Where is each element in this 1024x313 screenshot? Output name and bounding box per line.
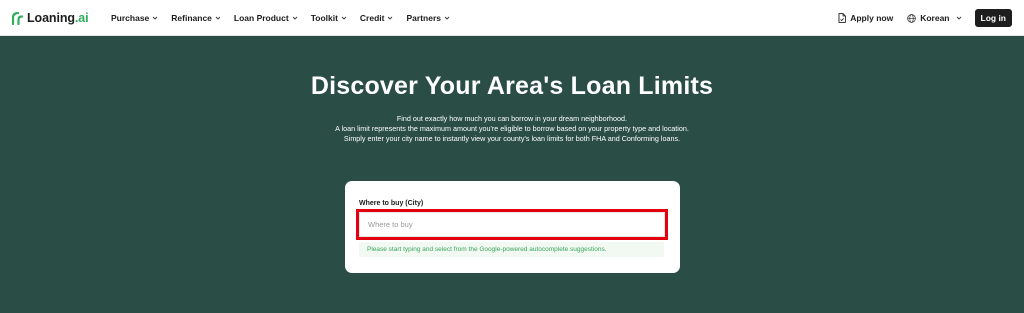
top-navbar: Loaning.ai Purchase Refinance Loan Produ…	[0, 0, 1024, 36]
hero-description-line: Simply enter your city name to instantly…	[343, 134, 681, 143]
apply-now-label: Apply now	[850, 13, 894, 23]
login-button[interactable]: Log in	[974, 9, 1012, 27]
hero-description: Find out exactly how much you can borrow…	[0, 114, 1024, 144]
city-field-label: Where to buy (City)	[359, 200, 424, 207]
chevron-down-icon	[444, 16, 450, 20]
autocomplete-hint: Please start typing and select from the …	[359, 242, 664, 257]
chevron-down-icon	[956, 16, 961, 20]
apply-now-link[interactable]: Apply now	[838, 13, 893, 23]
chevron-down-icon	[152, 16, 158, 20]
nav-item-partners[interactable]: Partners	[406, 11, 450, 25]
globe-icon	[907, 13, 916, 23]
hero-description-line: A loan limit represents the maximum amou…	[335, 124, 689, 133]
nav-item-label: Partners	[406, 13, 441, 23]
nav-actions: Apply now Korean Log in	[838, 9, 1012, 27]
main-nav: Purchase Refinance Loan Product Toolkit …	[111, 11, 463, 25]
nav-item-purchase[interactable]: Purchase	[111, 11, 158, 25]
hero-description-line: Find out exactly how much you can borrow…	[396, 114, 628, 123]
chevron-down-icon	[341, 16, 347, 20]
nav-item-loan-product[interactable]: Loan Product	[234, 11, 298, 25]
brand-suffix: .ai	[74, 11, 89, 25]
city-search-card: Where to buy (City) Please start typing …	[345, 181, 680, 273]
nav-item-label: Toolkit	[310, 13, 338, 23]
city-search-input[interactable]	[359, 212, 665, 237]
language-selector[interactable]: Korean	[907, 13, 961, 23]
city-input-highlight	[356, 209, 668, 240]
nav-item-refinance[interactable]: Refinance	[171, 11, 221, 25]
brand-name: Loaning.ai	[27, 11, 89, 25]
document-icon	[838, 13, 847, 23]
nav-item-label: Loan Product	[233, 13, 289, 23]
page-title: Discover Your Area's Loan Limits	[310, 72, 714, 100]
nav-item-label: Purchase	[111, 13, 150, 23]
nav-item-label: Refinance	[171, 13, 212, 23]
nav-item-label: Credit	[359, 13, 385, 23]
chevron-down-icon	[388, 16, 393, 20]
nav-item-toolkit[interactable]: Toolkit	[311, 11, 347, 25]
brand-logo[interactable]: Loaning.ai	[12, 10, 89, 26]
nav-item-credit[interactable]: Credit	[360, 11, 394, 25]
chevron-down-icon	[292, 16, 298, 20]
house-leaf-icon	[12, 11, 24, 25]
chevron-down-icon	[215, 16, 221, 20]
language-label: Korean	[920, 13, 950, 23]
